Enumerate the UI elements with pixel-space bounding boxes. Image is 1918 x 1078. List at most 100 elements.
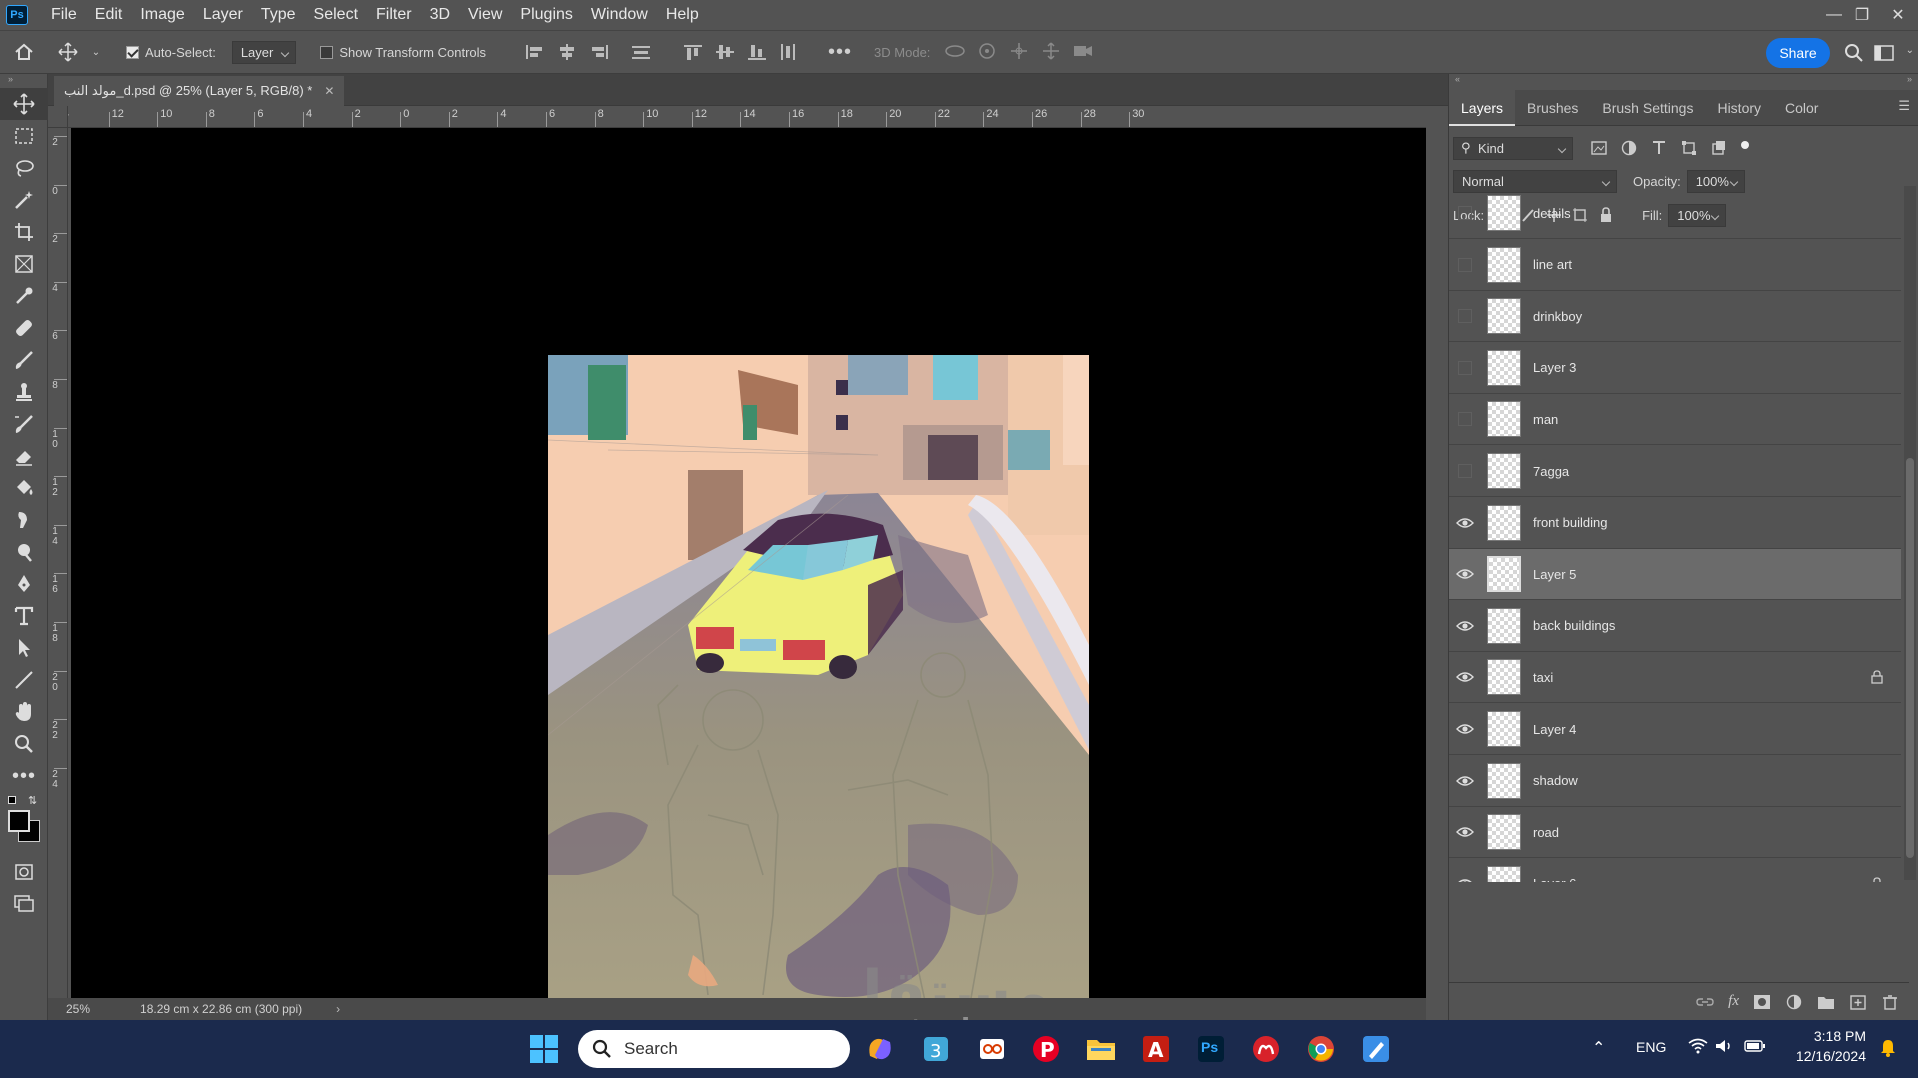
tab-brush-settings[interactable]: Brush Settings xyxy=(1590,90,1705,126)
screen-mode-icon[interactable] xyxy=(0,888,48,920)
align-left-icon[interactable] xyxy=(524,43,546,61)
layer-lock-icon[interactable] xyxy=(1871,670,1883,687)
layer-thumbnail[interactable] xyxy=(1487,349,1521,386)
show-transform-check[interactable] xyxy=(320,45,334,59)
menu-layer[interactable]: Layer xyxy=(194,0,252,30)
eye-hidden-icon[interactable] xyxy=(1449,342,1481,393)
eye-hidden-icon[interactable] xyxy=(1449,239,1481,290)
edit-toolbar-icon[interactable]: ••• xyxy=(0,760,48,792)
layer-thumbnail[interactable] xyxy=(1487,814,1521,851)
layer-name[interactable]: 7agga xyxy=(1533,464,1569,479)
align-bottom-icon[interactable] xyxy=(746,43,768,61)
history-brush-tool-icon[interactable] xyxy=(0,408,48,440)
layer-row[interactable]: man xyxy=(1449,394,1901,446)
home-icon[interactable] xyxy=(0,42,48,62)
eye-visible-icon[interactable] xyxy=(1449,807,1481,858)
status-info-chevron-icon[interactable]: › xyxy=(336,1002,340,1016)
swap-colors-icon[interactable]: ⇅ xyxy=(28,794,37,807)
pan-3d-icon[interactable] xyxy=(1008,42,1030,63)
menu-filter[interactable]: Filter xyxy=(367,0,421,30)
layer-row[interactable]: 7agga xyxy=(1449,446,1901,497)
eye-visible-icon[interactable] xyxy=(1449,755,1481,806)
path-selection-tool-icon[interactable] xyxy=(0,632,48,664)
layer-thumbnail[interactable] xyxy=(1487,195,1521,231)
layer-name[interactable]: shadow xyxy=(1533,773,1578,788)
menu-window[interactable]: Window xyxy=(582,0,657,30)
menu-3d[interactable]: 3D xyxy=(421,0,459,30)
new-group-icon[interactable] xyxy=(1817,994,1835,1010)
panel-collapse-icon[interactable]: » xyxy=(1907,74,1912,90)
eye-visible-icon[interactable] xyxy=(1449,549,1481,600)
filter-smart-object-icon[interactable] xyxy=(1711,140,1727,156)
hand-tool-icon[interactable] xyxy=(0,696,48,728)
layer-thumbnail[interactable] xyxy=(1487,659,1521,696)
layer-row[interactable]: drinkboy xyxy=(1449,291,1901,343)
layer-row[interactable]: line art xyxy=(1449,240,1901,291)
tab-history[interactable]: History xyxy=(1705,90,1773,126)
eye-hidden-icon[interactable] xyxy=(1449,446,1481,497)
layer-thumbnail[interactable] xyxy=(1487,607,1521,644)
orbit-3d-icon[interactable] xyxy=(944,42,966,63)
delete-layer-icon[interactable] xyxy=(1881,994,1899,1010)
eye-visible-icon[interactable] xyxy=(1449,704,1481,755)
filter-adjustment-icon[interactable] xyxy=(1621,140,1637,156)
layer-thumbnail[interactable] xyxy=(1487,711,1521,747)
layer-list-scrollbar[interactable] xyxy=(1904,186,1916,880)
menu-type[interactable]: Type xyxy=(252,0,305,30)
layer-row[interactable]: front building xyxy=(1449,498,1901,549)
eraser-tool-icon[interactable] xyxy=(0,440,48,472)
distribute-icon[interactable] xyxy=(630,43,652,61)
quick-mask-icon[interactable] xyxy=(0,856,48,888)
copilot-icon[interactable] xyxy=(862,1031,898,1067)
ruler-corner[interactable] xyxy=(48,106,68,128)
layer-name[interactable]: road xyxy=(1533,825,1559,840)
new-adjustment-layer-icon[interactable] xyxy=(1785,994,1803,1010)
align-center-icon[interactable] xyxy=(556,43,578,61)
layer-name[interactable]: back buildings xyxy=(1533,618,1615,633)
file-explorer-icon[interactable] xyxy=(1083,1031,1119,1067)
volume-icon[interactable] xyxy=(1714,1038,1734,1057)
tab-brushes[interactable]: Brushes xyxy=(1515,90,1590,126)
fx-icon[interactable]: fx xyxy=(1728,993,1739,1010)
filter-type-icon[interactable] xyxy=(1651,140,1667,156)
photoshop-taskbar-icon[interactable]: Ps xyxy=(1193,1031,1229,1067)
layer-name[interactable]: man xyxy=(1533,412,1558,427)
layer-name[interactable]: line art xyxy=(1533,257,1572,272)
paint-bucket-tool-icon[interactable] xyxy=(0,472,48,504)
layer-lock-icon[interactable] xyxy=(1871,877,1883,882)
brush-tool-icon[interactable] xyxy=(0,344,48,376)
scrollbar-thumb[interactable] xyxy=(1906,458,1914,858)
layer-row[interactable]: road xyxy=(1449,807,1901,859)
line-tool-icon[interactable] xyxy=(0,664,48,696)
wifi-icon[interactable] xyxy=(1688,1038,1708,1057)
layer-thumbnail[interactable] xyxy=(1487,298,1521,335)
share-button[interactable]: Share xyxy=(1766,38,1830,68)
eyedropper-tool-icon[interactable] xyxy=(0,280,48,312)
layer-name[interactable]: taxi xyxy=(1533,670,1553,685)
layer-row[interactable]: shadow xyxy=(1449,756,1901,807)
pen-tool-icon[interactable] xyxy=(0,568,48,600)
close-tab-icon[interactable]: ✕ xyxy=(324,84,334,98)
layer-row[interactable]: taxi xyxy=(1449,652,1901,704)
layer-thumbnail[interactable] xyxy=(1487,865,1521,882)
taskbar-search-box[interactable]: Search xyxy=(578,1030,850,1068)
show-transform-controls-checkbox[interactable]: Show Transform Controls xyxy=(320,45,486,60)
marquee-tool-icon[interactable] xyxy=(0,120,48,152)
eye-visible-icon[interactable] xyxy=(1449,600,1481,651)
type-tool-icon[interactable] xyxy=(0,600,48,632)
tray-overflow-icon[interactable]: ⌃ xyxy=(1592,1038,1605,1058)
foreground-color-swatch[interactable] xyxy=(8,810,30,832)
magic-wand-tool-icon[interactable] xyxy=(0,184,48,216)
layer-name[interactable]: Layer 6 xyxy=(1533,876,1576,882)
default-colors-icon[interactable] xyxy=(8,796,16,804)
layer-thumbnail[interactable] xyxy=(1487,762,1521,799)
layer-thumbnail[interactable] xyxy=(1487,453,1521,489)
layer-row[interactable]: back buildings xyxy=(1449,601,1901,652)
zoom-tool-icon[interactable] xyxy=(0,728,48,760)
close-button[interactable]: ✕ xyxy=(1878,0,1918,30)
layer-name[interactable]: Layer 3 xyxy=(1533,360,1576,375)
eye-hidden-icon[interactable] xyxy=(1449,394,1481,445)
align-top-icon[interactable] xyxy=(682,43,704,61)
dodge-tool-icon[interactable] xyxy=(0,536,48,568)
panel-expand-icon[interactable]: « xyxy=(1455,74,1460,90)
